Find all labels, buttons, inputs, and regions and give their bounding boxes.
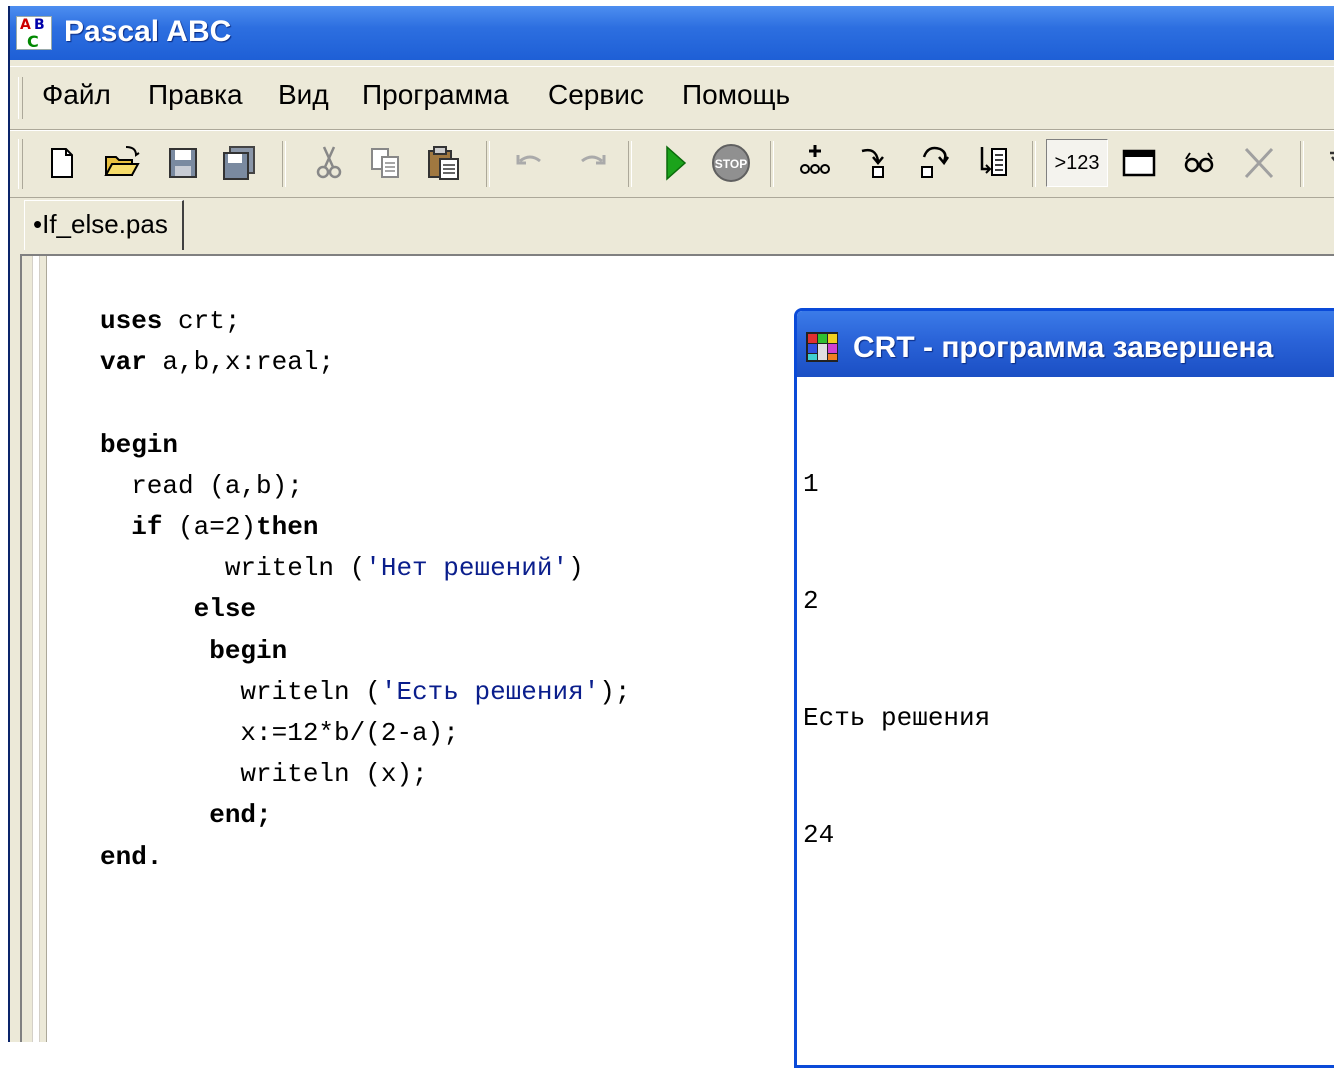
save-icon[interactable] <box>160 139 206 187</box>
code-text[interactable]: uses crt; var a,b,x:real; begin read (a,b… <box>100 301 631 878</box>
editor-gutter <box>22 256 47 1042</box>
new-file-icon[interactable] <box>38 139 84 187</box>
menu-help[interactable]: Помощь <box>682 79 790 111</box>
code-line: writeln ('Есть решения'); <box>100 672 631 713</box>
toolbar-grip[interactable] <box>18 139 23 189</box>
code-token: a,b,x:real; <box>146 347 335 378</box>
code-line: end; <box>100 795 631 836</box>
evaluate-icon[interactable]: >123 <box>1046 139 1108 187</box>
step-over-icon[interactable] <box>910 139 956 187</box>
code-keyword: begin <box>100 429 179 460</box>
menu-view[interactable]: Вид <box>278 79 329 111</box>
logo-letter-c: C <box>27 32 39 51</box>
stop-icon[interactable]: STOP <box>708 139 754 187</box>
menu-bar: Файл Правка Вид Программа Сервис Помощь <box>10 66 1334 130</box>
code-line: begin <box>100 631 631 672</box>
redo-icon[interactable] <box>568 139 614 187</box>
code-string: 'Есть решения' <box>380 676 600 707</box>
code-token: ); <box>599 676 631 707</box>
pascal-abc-logo-icon: A B C <box>16 16 52 51</box>
cut-icon[interactable] <box>306 139 352 187</box>
code-keyword: begin <box>209 635 288 666</box>
toolbar-separator <box>282 141 286 187</box>
code-token: crt; <box>162 306 241 336</box>
crt-app-icon <box>805 331 839 363</box>
menu-program[interactable]: Программа <box>362 79 509 111</box>
output-window-icon[interactable] <box>1116 139 1162 187</box>
undo-icon[interactable] <box>508 139 554 187</box>
crt-title-bar[interactable]: CRT - программа завершена <box>797 311 1334 377</box>
code-line: uses crt; <box>100 301 631 342</box>
code-line: if (a=2)then <box>100 507 631 548</box>
code-token: x:=12*b/(2-a); <box>100 718 459 749</box>
menu-file[interactable]: Файл <box>42 79 111 111</box>
stop-icon-label: STOP <box>715 157 747 171</box>
code-line: end. <box>100 837 631 878</box>
code-string: 'Нет решений' <box>365 553 569 584</box>
code-keyword: end. <box>100 841 163 872</box>
watch-icon[interactable] <box>1176 139 1222 187</box>
code-token: ) <box>568 553 584 584</box>
code-line: var a,b,x:real; <box>100 342 631 383</box>
code-line: read (a,b); <box>100 466 631 507</box>
code-token: read (a,b); <box>100 470 303 501</box>
crt-title: CRT - программа завершена <box>853 331 1274 364</box>
logo-letter-a: A <box>20 17 31 33</box>
trace-into-icon[interactable] <box>792 139 838 187</box>
code-keyword: end; <box>209 800 272 831</box>
evaluate-label: >123 <box>1054 152 1100 174</box>
menu-edit[interactable]: Правка <box>148 79 243 111</box>
toolbar-separator <box>770 141 774 187</box>
logo-letter-b: B <box>34 17 45 33</box>
code-keyword: uses <box>100 306 163 336</box>
toolbar: STOP >123 <box>10 130 1334 198</box>
tab-if-else-pas[interactable]: •If_else.pas <box>24 200 184 250</box>
code-token: writeln ( <box>100 676 381 707</box>
toolbar-separator <box>486 141 490 187</box>
run-to-cursor-icon[interactable] <box>970 139 1016 187</box>
code-line: writeln (x); <box>100 754 631 795</box>
code-token: writeln (x); <box>100 759 428 790</box>
crt-output-line: Есть решения <box>803 703 991 733</box>
delete-icon[interactable] <box>1236 139 1282 187</box>
toolbar-separator <box>1032 141 1036 187</box>
tab-bar: •If_else.pas <box>10 198 1334 252</box>
code-line: x:=12*b/(2-a); <box>100 713 631 754</box>
step-into-icon[interactable] <box>850 139 896 187</box>
copy-icon[interactable] <box>362 139 408 187</box>
crt-output-line: 24 <box>803 820 835 850</box>
code-keyword: var <box>100 347 147 378</box>
toolbar-overflow-icon[interactable] <box>1310 139 1334 187</box>
menu-grip[interactable] <box>18 77 23 119</box>
toolbar-separator <box>1300 141 1304 187</box>
open-folder-icon[interactable] <box>98 139 144 187</box>
editor-gutter-bar <box>32 256 40 1042</box>
crt-window[interactable]: CRT - программа завершена 1 2 Есть решен… <box>794 308 1334 1068</box>
code-token: (a=2) <box>162 512 257 543</box>
code-line: else <box>100 589 631 630</box>
code-keyword: then <box>256 512 319 543</box>
code-token: writeln ( <box>100 553 366 584</box>
crt-output[interactable]: 1 2 Есть решения 24 <box>803 387 990 933</box>
window-title: Pascal ABC <box>64 15 232 48</box>
code-keyword: if <box>131 512 163 543</box>
crt-output-line: 2 <box>803 586 819 616</box>
toolbar-separator <box>628 141 632 187</box>
title-bar[interactable]: A B C Pascal ABC <box>10 6 1334 60</box>
crt-output-line: 1 <box>803 469 819 499</box>
code-keyword: else <box>193 594 257 625</box>
paste-icon[interactable] <box>420 139 466 187</box>
menu-service[interactable]: Сервис <box>548 79 644 111</box>
code-line: begin <box>100 425 631 466</box>
save-all-icon[interactable] <box>216 139 262 187</box>
code-line: writeln ('Нет решений') <box>100 548 631 589</box>
run-icon[interactable] <box>652 139 698 187</box>
